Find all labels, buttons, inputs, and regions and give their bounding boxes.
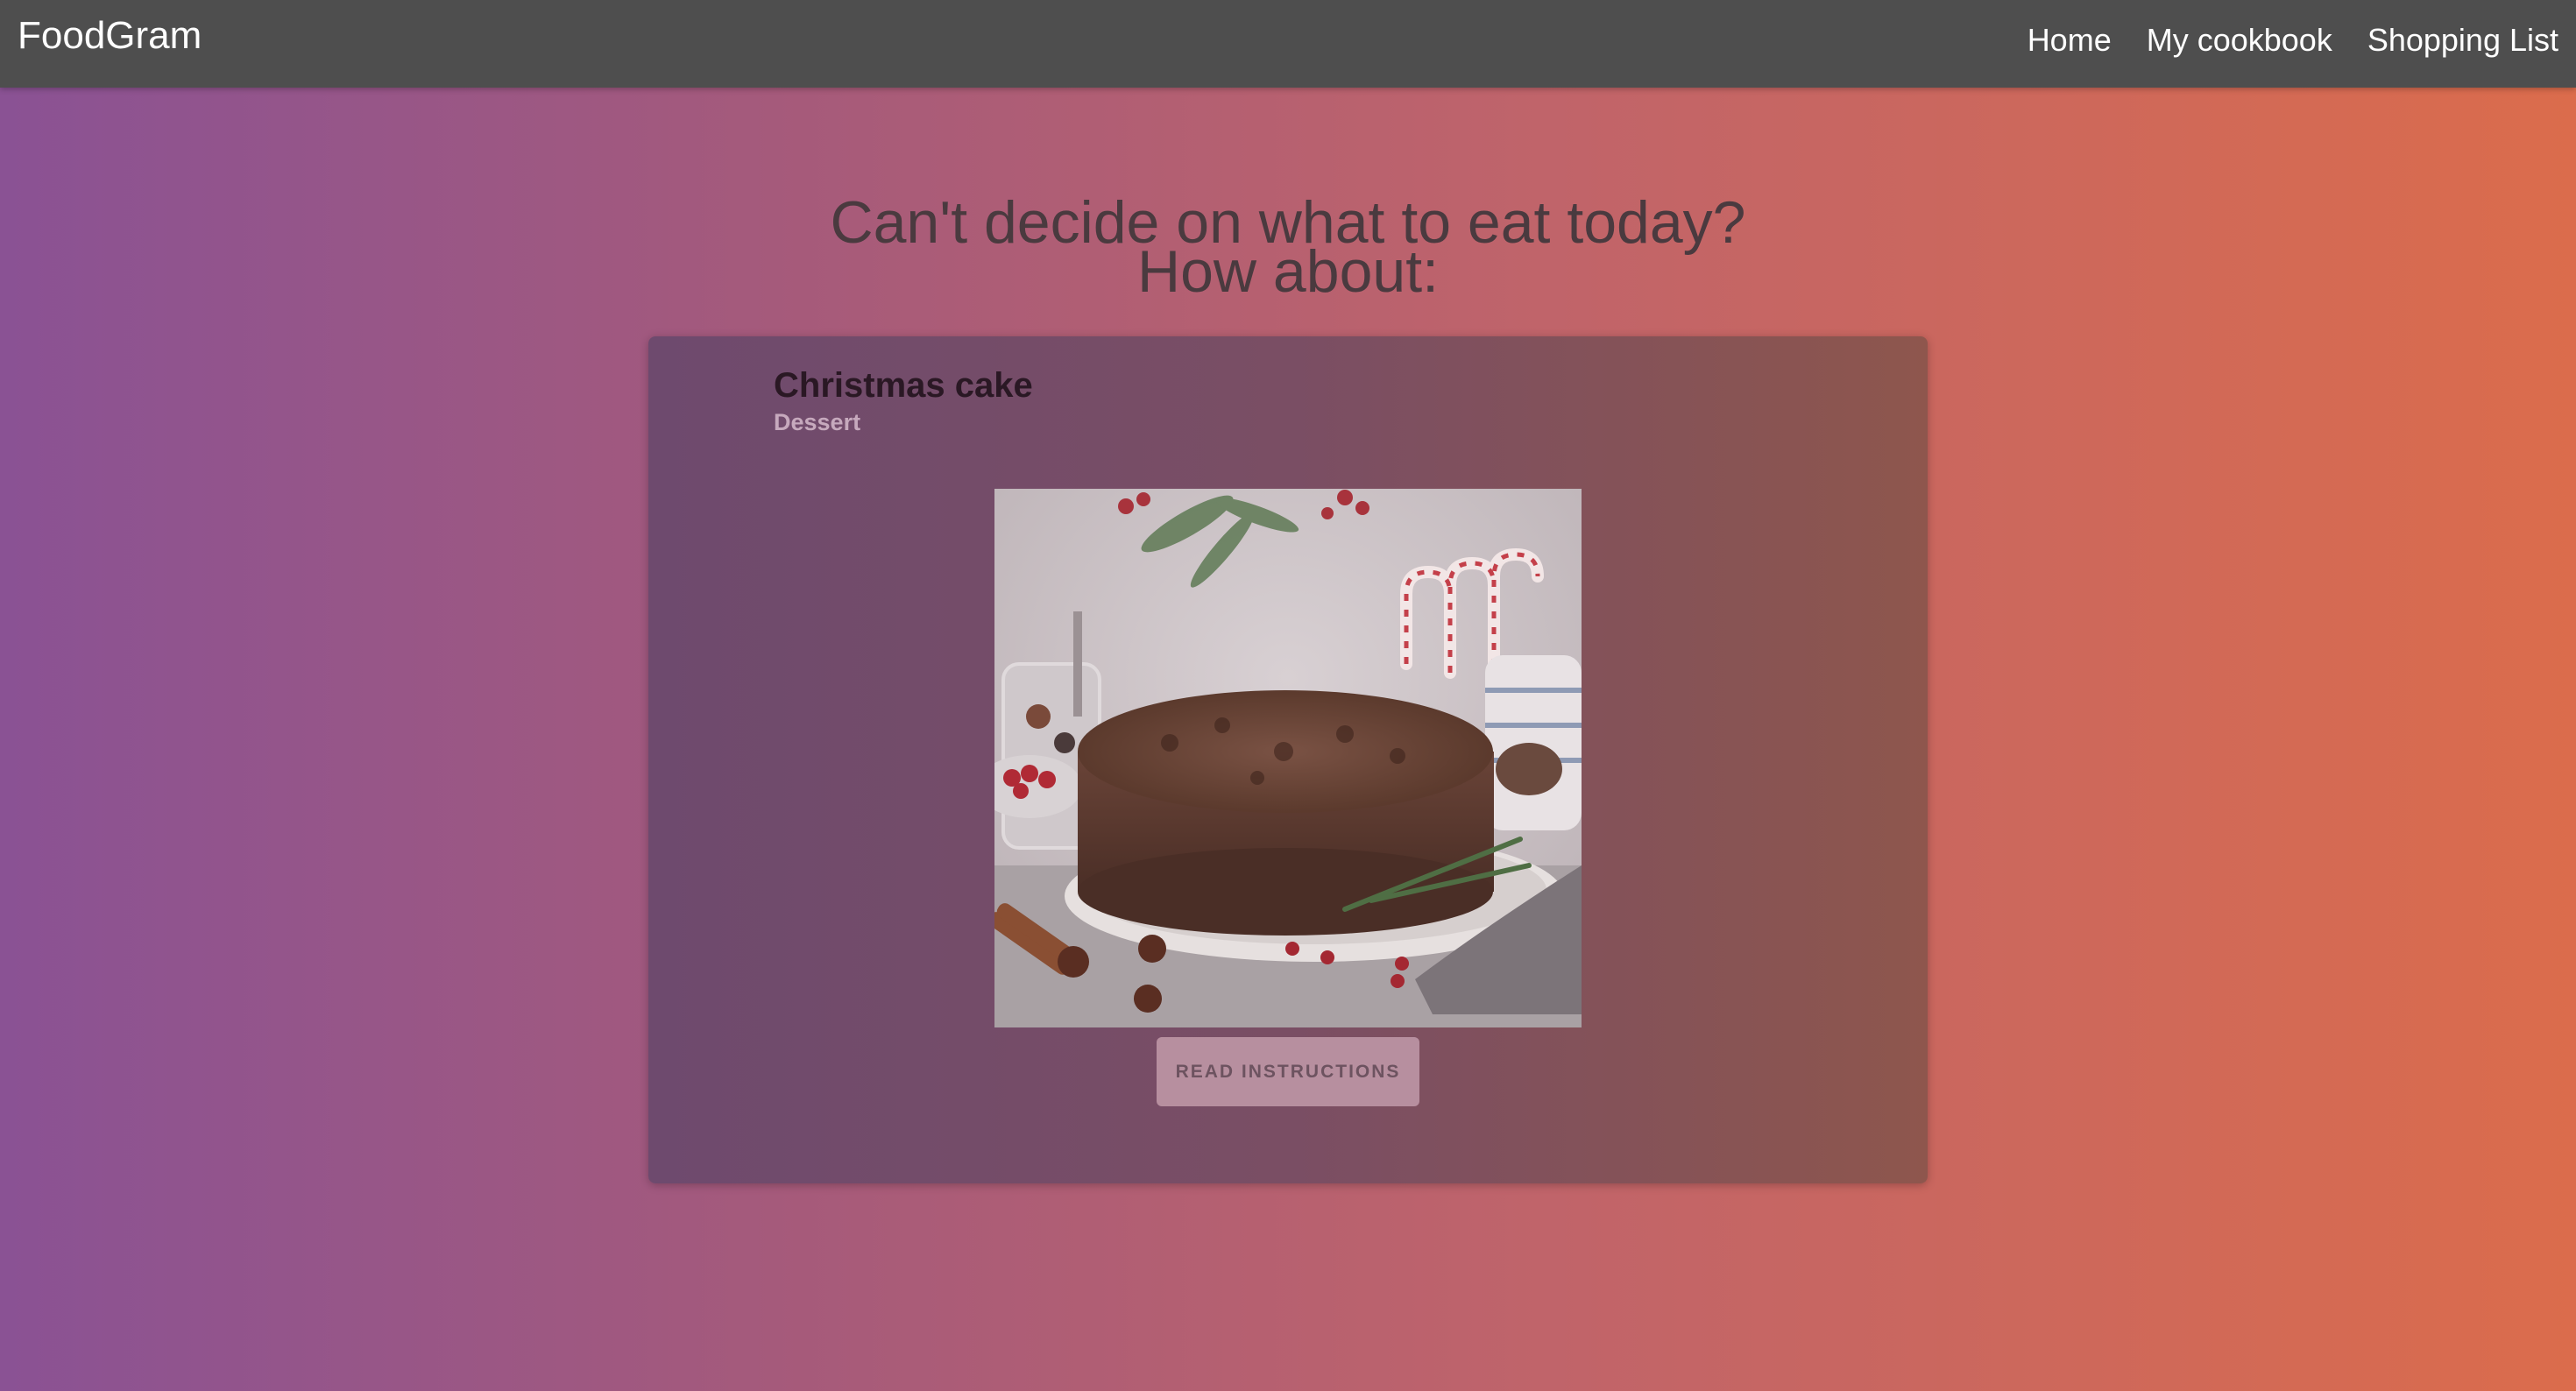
recipe-card: Christmas cake Dessert READ INSTRUCTIONS: [648, 336, 1928, 1183]
nav-shopping-list-link[interactable]: Shopping List: [2367, 19, 2558, 61]
recipe-category: Dessert: [774, 409, 861, 435]
nav-links: Home My cookbook Shopping List: [2028, 19, 2558, 61]
recipe-image: [994, 489, 1582, 1027]
recipe-title: Christmas cake: [774, 366, 1033, 405]
nav-my-cookbook-link[interactable]: My cookbook: [2147, 19, 2332, 61]
read-instructions-button[interactable]: READ INSTRUCTIONS: [1157, 1037, 1419, 1106]
hero-headline: Can't decide on what to eat today? How a…: [0, 193, 2576, 305]
nav-home-link[interactable]: Home: [2028, 19, 2112, 61]
brand-logo[interactable]: FoodGram: [18, 12, 202, 60]
top-navbar: FoodGram Home My cookbook Shopping List: [0, 0, 2576, 88]
hero-suggestion: How about:: [1137, 238, 1439, 305]
